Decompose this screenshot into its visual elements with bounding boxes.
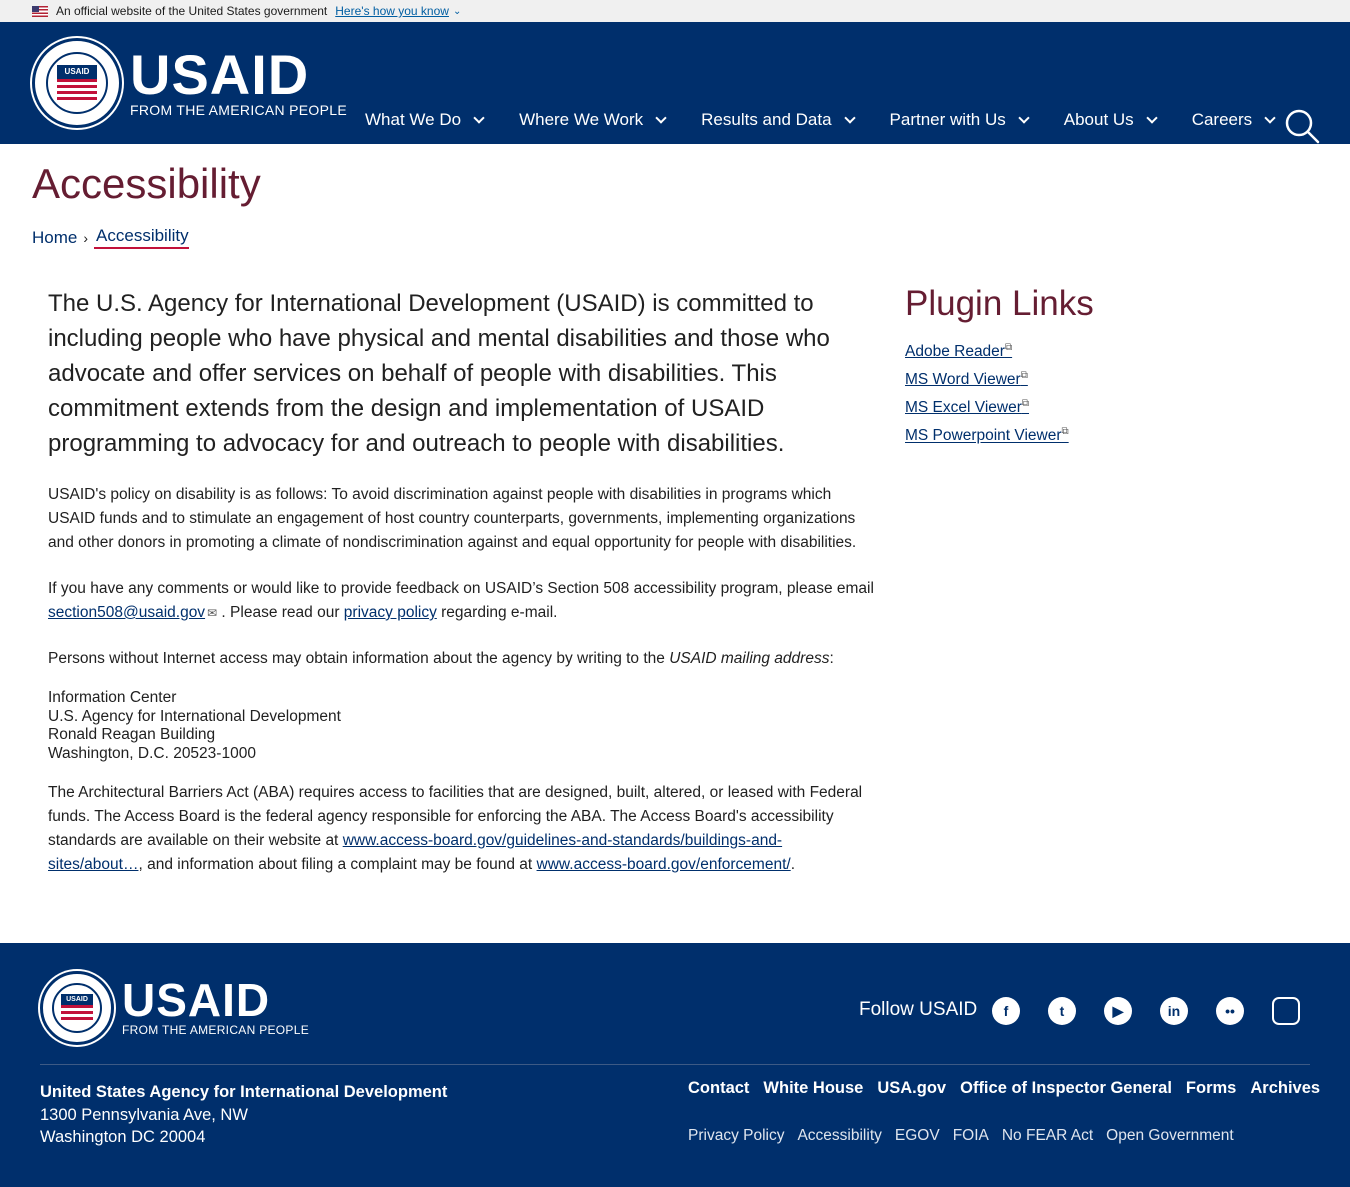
footer-divider (40, 1064, 1310, 1065)
follow-usaid-label: Follow USAID (859, 999, 978, 1020)
nav-item-partner-with-us[interactable]: Partner with Us (890, 110, 1030, 130)
policy-paragraph: USAID's policy on disability is as follo… (48, 486, 857, 551)
twitter-icon[interactable]: t (1048, 997, 1076, 1025)
external-link-icon: ⧉ (1061, 426, 1069, 438)
us-flag-icon (32, 5, 48, 17)
youtube-icon[interactable]: ▶ (1104, 997, 1132, 1025)
nav-item-results-and-data[interactable]: Results and Data (701, 110, 856, 130)
plugin-link-ms-powerpoint-viewer[interactable]: MS Powerpoint Viewer⧉ (905, 420, 1094, 448)
footer-link-foia[interactable]: FOIA (953, 1127, 989, 1145)
plugin-links-sidebar: Plugin Links Adobe Reader⧉ MS Word Viewe… (905, 284, 1094, 449)
mailing-address: Information Center U.S. Agency for Inter… (48, 689, 341, 762)
lead-paragraph: The U.S. Agency for International Develo… (48, 290, 830, 457)
gov-banner-text: An official website of the United States… (56, 4, 328, 18)
nav-item-what-we-do[interactable]: What We Do (365, 110, 485, 130)
usaid-seal-icon: USAID (40, 971, 114, 1045)
footer-link-open-government[interactable]: Open Government (1106, 1127, 1234, 1145)
chevron-down-icon[interactable]: ⌄ (453, 6, 461, 17)
aba-paragraph: The Architectural Barriers Act (ABA) req… (48, 784, 863, 873)
email-link[interactable]: section508@usaid.gov (48, 604, 205, 621)
heres-how-you-know-link[interactable]: Here's how you know (335, 4, 449, 18)
mailing-paragraph: Persons without Internet access may obta… (48, 650, 834, 667)
site-header: USAID USAID FROM THE AMERICAN PEOPLE Wha… (0, 22, 1350, 144)
breadcrumb-current[interactable]: Accessibility (94, 226, 189, 249)
access-board-enforcement-link[interactable]: www.access-board.gov/enforcement/ (537, 856, 791, 873)
footer-link-archives[interactable]: Archives (1250, 1079, 1320, 1098)
footer-address-line2: Washington DC 20004 (40, 1128, 206, 1146)
instagram-icon[interactable] (1272, 997, 1300, 1025)
footer-logo-wordmark: USAID (122, 974, 271, 1026)
plugin-link-ms-word-viewer[interactable]: MS Word Viewer⧉ (905, 364, 1094, 392)
chevron-down-icon (473, 111, 485, 124)
footer-link-oig[interactable]: Office of Inspector General (960, 1079, 1172, 1098)
page-title: Accessibility (32, 160, 261, 207)
footer-address-line1: 1300 Pennsylvania Ave, NW (40, 1105, 248, 1124)
logo-wordmark: USAID (130, 43, 310, 106)
chevron-right-icon: › (83, 229, 89, 246)
chevron-down-icon (1146, 111, 1158, 124)
footer-link-white-house[interactable]: White House (763, 1079, 863, 1098)
nav-item-where-we-work[interactable]: Where We Work (519, 110, 667, 130)
breadcrumb-home-link[interactable]: Home (32, 228, 77, 248)
footer-link-contact[interactable]: Contact (688, 1079, 749, 1098)
external-link-icon: ⧉ (1004, 342, 1013, 353)
search-button[interactable] (1284, 108, 1320, 144)
footer-address: United States Agency for International D… (40, 1081, 447, 1149)
footer-logo-tagline: FROM THE AMERICAN PEOPLE (122, 1023, 310, 1037)
footer-org-name: United States Agency for International D… (40, 1083, 448, 1101)
external-link-icon: ⧉ (1020, 370, 1028, 382)
footer-usaid-logo[interactable]: USAID USAID FROM THE AMERICAN PEOPLE (40, 971, 309, 1045)
usaid-logo[interactable]: USAID USAID FROM THE AMERICAN PEOPLE (32, 38, 347, 128)
mail-icon: ✉ (207, 606, 218, 620)
privacy-policy-link[interactable]: privacy policy (344, 604, 437, 621)
footer-link-no-fear-act[interactable]: No FEAR Act (1002, 1127, 1093, 1145)
sidebar-title: Plugin Links (905, 284, 1094, 323)
site-footer: USAID USAID FROM THE AMERICAN PEOPLE Fol… (0, 943, 1350, 1187)
chevron-down-icon (843, 111, 856, 124)
linkedin-icon[interactable]: in (1160, 997, 1188, 1025)
logo-tagline: FROM THE AMERICAN PEOPLE (130, 102, 347, 118)
chevron-down-icon (1018, 111, 1030, 124)
main-nav: What We Do Where We Work Results and Dat… (365, 110, 1310, 130)
footer-link-usa-gov[interactable]: USA.gov (877, 1079, 946, 1098)
breadcrumb: Home › Accessibility (32, 226, 189, 249)
facebook-icon[interactable]: f (992, 997, 1020, 1025)
plugin-link-adobe-reader[interactable]: Adobe Reader⧉ (905, 336, 1094, 364)
external-link-icon: ⧉ (1021, 398, 1030, 410)
footer-link-accessibility[interactable]: Accessibility (797, 1127, 881, 1145)
chevron-down-icon (655, 111, 667, 124)
usaid-seal-icon: USAID (32, 38, 122, 128)
footer-secondary-links: Privacy Policy Accessibility EGOV FOIA N… (688, 1127, 1247, 1145)
footer-link-forms[interactable]: Forms (1186, 1079, 1236, 1098)
footer-link-egov[interactable]: EGOV (895, 1127, 940, 1145)
flickr-icon[interactable]: •• (1216, 997, 1244, 1025)
gov-banner: An official website of the United States… (0, 0, 1350, 22)
nav-item-about-us[interactable]: About Us (1064, 110, 1158, 130)
nav-item-careers[interactable]: Careers (1192, 110, 1276, 130)
social-links: f t ▶ in •• (992, 997, 1328, 1025)
footer-primary-links: Contact White House USA.gov Office of In… (688, 1079, 1334, 1098)
footer-link-privacy-policy[interactable]: Privacy Policy (688, 1127, 784, 1145)
main-content: The U.S. Agency for International Develo… (48, 286, 876, 877)
chevron-down-icon (1264, 111, 1276, 124)
search-icon (1285, 109, 1320, 144)
feedback-paragraph: If you have any comments or would like t… (48, 580, 874, 621)
plugin-link-ms-excel-viewer[interactable]: MS Excel Viewer⧉ (905, 392, 1094, 420)
